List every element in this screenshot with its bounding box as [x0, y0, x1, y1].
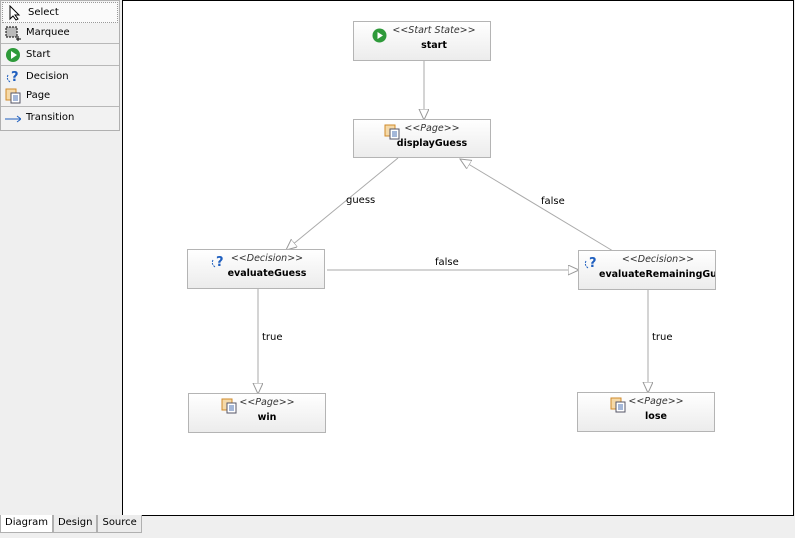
palette-select[interactable]: Select [2, 2, 118, 23]
transition-arrow-icon [5, 110, 21, 126]
page-icon [5, 88, 21, 104]
node-stereotype: <<Decision>> [230, 253, 304, 264]
transition-label: true [262, 332, 283, 343]
node-lose[interactable]: <<Page>> lose [577, 392, 715, 432]
edge-false-top[interactable] [460, 159, 614, 252]
marquee-icon [5, 25, 21, 41]
node-name: evaluateGuess [227, 268, 307, 279]
decision-icon: ? [5, 69, 21, 85]
transition-label: true [652, 332, 673, 343]
tab-source[interactable]: Source [97, 515, 142, 533]
node-stereotype: <<Page>> [239, 397, 295, 408]
edge-guess[interactable] [286, 157, 399, 250]
palette-label: Marquee [26, 27, 70, 38]
palette: Select Marquee Start ? Decision Page Tra… [0, 0, 120, 131]
node-evaluateRemainingGuesses[interactable]: ? <<Decision>> evaluateRemainingGues [578, 250, 716, 290]
node-stereotype: <<Page>> [404, 123, 460, 134]
transition-label: false [435, 257, 459, 268]
node-stereotype: <<Decision>> [621, 254, 695, 265]
palette-label: Select [28, 7, 59, 18]
editor-tabs: Diagram Design Source [0, 515, 142, 533]
tab-diagram[interactable]: Diagram [0, 515, 53, 533]
transition-label: guess [346, 195, 376, 206]
node-evaluateGuess[interactable]: ? <<Decision>> evaluateGuess [187, 249, 325, 289]
node-start[interactable]: <<Start State>> start [353, 21, 491, 61]
node-displayGuess[interactable]: <<Page>> displayGuess [353, 119, 491, 158]
node-stereotype: <<Start State>> [392, 25, 476, 36]
palette-label: Decision [26, 71, 69, 82]
node-name: displayGuess [396, 138, 468, 149]
node-name: lose [645, 411, 667, 422]
diagram-canvas[interactable]: guess false false true true <<Start Stat… [122, 0, 794, 516]
transition-label: false [541, 196, 565, 207]
node-name: win [257, 412, 277, 423]
palette-label: Page [26, 90, 51, 101]
node-name: start [421, 40, 447, 51]
palette-page[interactable]: Page [1, 86, 119, 105]
palette-marquee[interactable]: Marquee [1, 23, 119, 42]
start-state-icon [5, 47, 21, 63]
palette-start[interactable]: Start [1, 45, 119, 64]
node-stereotype: <<Page>> [628, 396, 684, 407]
palette-decision[interactable]: ? Decision [1, 67, 119, 86]
node-name: evaluateRemainingGues [599, 269, 715, 280]
cursor-icon [7, 4, 23, 21]
node-win[interactable]: <<Page>> win [188, 393, 326, 433]
svg-text:?: ? [11, 70, 19, 85]
palette-label: Transition [26, 112, 75, 123]
palette-label: Start [26, 49, 51, 60]
tab-design[interactable]: Design [52, 515, 98, 533]
palette-transition[interactable]: Transition [1, 108, 119, 127]
